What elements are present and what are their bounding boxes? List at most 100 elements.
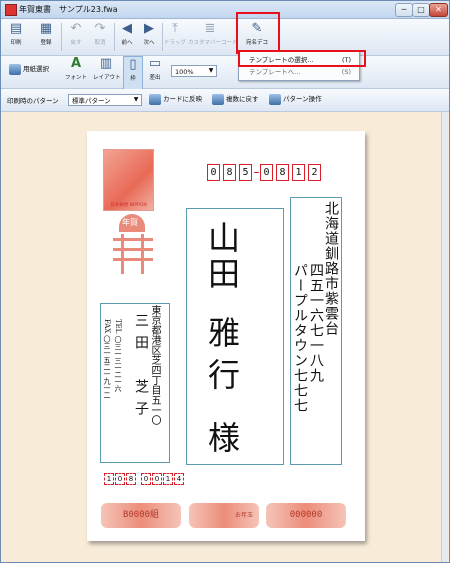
postal-digit[interactable]: 0 [260,164,273,181]
main-toolbar: ▤ 印刷 ▦ 登録 ↶ 戻す ↷ 取消 ◀ 前へ ▶ 次へ ⤒ ドラッグ ≣ カ… [1,12,449,56]
frame-label: 枠 [130,76,136,82]
stamp-label: 日本郵便 NIPPON [110,203,147,208]
sender-postal-digit[interactable]: 8 [126,473,136,485]
secondary-toolbar: 用紙選択 A フォント ▥ レイアウト ▯ 枠 ▭ 差出 100% ▼ [1,56,449,90]
chevron-down-icon: ▼ [208,67,214,74]
lottery-number-left: B0000組 [101,503,181,528]
restore-icon [212,93,224,105]
highlight-box-menu [238,50,366,67]
paper-select-button[interactable]: 用紙選択 [9,62,49,76]
title-bar: 年賀東書 サンプル23.fwa ─ □ ✕ [1,1,449,19]
pattern-op-label: パターン操作 [283,95,322,103]
drag-icon: ⤒ [172,21,178,36]
restore-button[interactable]: 複数に戻す [212,92,259,106]
toolbar-separator [114,23,115,51]
stamp-image: 日本郵便 NIPPON [103,149,154,211]
window-title: 年賀東書 サンプル23.fwa [19,5,118,14]
print-label: 印刷 [10,40,22,46]
recipient-name: 山田 [199,221,245,293]
highlight-box-deco [236,12,280,54]
sender-postal-digit[interactable]: 0 [141,473,151,485]
frame-button[interactable]: ▯ 枠 [123,56,143,90]
sender-postal-digit[interactable]: 1 [104,473,114,485]
close-button[interactable]: ✕ [429,3,448,17]
postal-digit[interactable]: 2 [308,164,321,181]
sender-button[interactable]: ▭ 差出 [145,56,165,88]
prev-label: 前へ [121,40,133,46]
barcode-button[interactable]: ≣ カスタマバーコード [188,21,238,53]
undo-label: 戻す [70,40,82,46]
app-icon [5,4,17,16]
prev-button[interactable]: ◀ 前へ [117,21,137,53]
menu-item-shortcut: (S) [341,68,351,76]
drag-label: ドラッグ [164,40,187,46]
drag-button[interactable]: ⤒ ドラッグ [164,21,186,53]
print-button[interactable]: ▤ 印刷 [5,21,27,53]
maximize-button[interactable]: □ [412,3,430,17]
lottery-right-text: 000000 [289,510,323,520]
postal-digit[interactable]: 5 [239,164,252,181]
menu-item-template-save[interactable]: テンプレートへ... (S) [239,66,359,78]
font-label: フォント [65,75,88,81]
menu-item-label: テンプレートへ... [249,68,301,76]
recipient-surname: 山田 [203,221,241,293]
sender-postal-digit[interactable]: 0 [152,473,162,485]
sender-name: 三田 芝子 [133,313,149,423]
postal-digit[interactable]: 8 [276,164,289,181]
sender-postal-digit[interactable]: 4 [174,473,184,485]
font-icon: A [70,56,82,71]
lottery-center-emblem: お年玉 [189,503,259,528]
next-button[interactable]: ▶ 次へ [139,21,159,53]
pattern-op-button[interactable]: パターン操作 [269,92,322,106]
sender-label: 差出 [149,75,161,81]
nenga-label: 年賀 [122,218,138,227]
vertical-scrollbar[interactable] [441,112,448,562]
sender-tel: TEL 〇三一三一二一六 [114,319,122,392]
lottery-number-right: 000000 [266,503,346,528]
chevron-down-icon: ▼ [133,96,139,103]
recipient-honorific: 様 [203,421,241,454]
nenga-emblem: 年賀 [113,214,153,284]
postal-digit[interactable]: 0 [207,164,220,181]
paper-icon [9,63,21,75]
postal-digit[interactable]: 1 [292,164,305,181]
reflect-card-label: カードに反映 [163,95,202,103]
postal-dash [254,172,259,173]
barcode-icon: ≣ [204,21,216,36]
register-icon: ▦ [39,21,53,36]
sender-postal-digit[interactable]: 1 [163,473,173,485]
font-button[interactable]: A フォント [65,56,87,88]
next-label: 次へ [143,40,155,46]
barcode-label: カスタマバーコード [188,40,238,46]
prev-icon: ◀ [122,21,132,36]
app-window: 年賀東書 サンプル23.fwa ─ □ ✕ ▤ 印刷 ▦ 登録 ↶ 戻す ↷ 取… [0,0,450,563]
pattern-select[interactable]: 標準パターン ▼ [68,94,142,106]
zoom-select[interactable]: 100% ▼ [171,65,217,77]
undo-icon: ↶ [70,21,82,36]
minimize-button[interactable]: ─ [395,3,413,17]
lottery-center-text: お年玉 [234,512,253,519]
layout-icon: ▥ [99,56,113,71]
recipient-address-line-3: パープルタウン七七七 [292,263,308,413]
pattern-op-icon [269,93,281,105]
redo-icon: ↷ [94,21,106,36]
card-icon [149,93,161,105]
register-button[interactable]: ▦ 登録 [35,21,57,53]
sender-fax: FAX 〇三一五二一九一二 [103,319,111,399]
lottery-left-text: B0000組 [122,510,160,520]
redo-button[interactable]: ↷ 取消 [89,21,111,53]
zoom-value: 100% [175,68,194,76]
toolbar-separator [162,23,163,51]
layout-button[interactable]: ▥ レイアウト [93,56,121,88]
reflect-card-button[interactable]: カードに反映 [149,92,202,106]
undo-button[interactable]: ↶ 戻す [65,21,87,53]
paper-select-label: 用紙選択 [23,65,49,73]
layout-label: レイアウト [93,75,121,81]
sender-icon: ▭ [148,56,162,71]
restore-label: 複数に戻す [226,95,259,103]
register-label: 登録 [40,40,52,46]
pattern-toolbar: 印刷時のパターン 標準パターン ▼ カードに反映 複数に戻す パターン操作 [1,89,449,112]
toolbar-separator [61,23,62,51]
sender-postal-digit[interactable]: 0 [115,473,125,485]
postal-digit[interactable]: 8 [223,164,236,181]
